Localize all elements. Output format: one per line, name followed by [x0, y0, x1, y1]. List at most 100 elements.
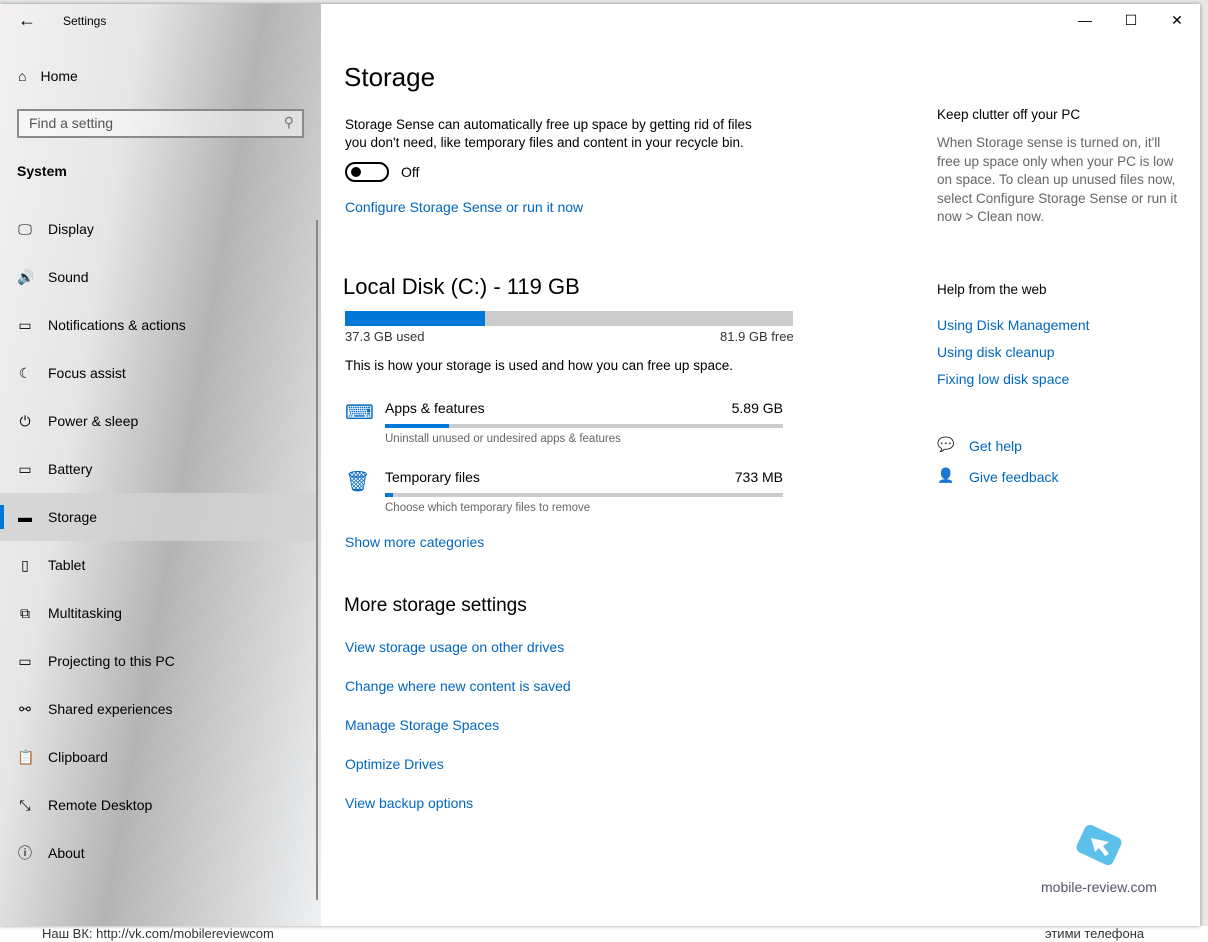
sidebar-item-label: Display — [48, 221, 94, 237]
app-title: Settings — [63, 14, 107, 28]
main-content: — ☐ ✕ Storage Storage Sense can automati… — [321, 4, 1200, 926]
show-more-categories-link[interactable]: Show more categories — [345, 534, 484, 550]
more-storage-title: More storage settings — [344, 595, 527, 616]
sidebar-item-notifications-actions[interactable]: ▭ Notifications & actions — [0, 301, 317, 349]
scrollbar[interactable] — [316, 220, 318, 900]
sidebar-item-label: Sound — [48, 269, 89, 285]
category-name: Temporary files — [385, 469, 480, 485]
sidebar-item-label: About — [48, 845, 85, 861]
category-size: 733 MB — [734, 469, 783, 485]
get-help-link[interactable]: Get help — [969, 438, 1022, 454]
usage-description: This is how your storage is used and how… — [345, 358, 733, 373]
toggle-state: Off — [401, 164, 420, 180]
monitor-icon: 🖵 — [18, 220, 32, 237]
sidebar-item-label: Battery — [48, 461, 93, 477]
tablet-icon: ▯ — [21, 556, 29, 573]
disk-free: 81.9 GB free — [720, 329, 794, 344]
trash-icon: 🗑 — [345, 471, 371, 493]
sidebar-nav: 🖵 Display 🔊 Sound ▭ Notifications & actions ☾ F… — [0, 205, 317, 877]
multitasking-icon: ⧉ — [20, 604, 30, 621]
share-icon: ⚯ — [19, 700, 31, 717]
sidebar-item-battery[interactable]: ▭ Battery — [0, 445, 317, 493]
battery-icon: ▭ — [18, 460, 32, 477]
search-placeholder: Find a setting — [29, 115, 114, 131]
speaker-icon: 🔊 — [17, 268, 35, 285]
sidebar-item-label: Shared experiences — [48, 701, 173, 717]
sidebar-item-projecting-to-this-pc[interactable]: ▭ Projecting to this PC — [0, 637, 317, 685]
category-size: 5.89 GB — [731, 400, 783, 416]
sidebar-item-label: Clipboard — [48, 749, 108, 765]
category-bar — [385, 493, 783, 497]
give-feedback-link[interactable]: Give feedback — [969, 469, 1059, 485]
category-description: Uninstall unused or undesired apps & fea… — [385, 433, 621, 445]
category-name: Apps & features — [385, 400, 485, 416]
sidebar: ← Settings ⌂ Home Find a setting ⚲ System … — [0, 4, 321, 926]
help-link-disk-cleanup[interactable]: Using disk cleanup — [937, 344, 1055, 360]
page-title: Storage — [344, 62, 436, 92]
sidebar-item-multitasking[interactable]: ⧉ Multitasking — [0, 589, 317, 637]
sidebar-item-label: Storage — [48, 509, 98, 525]
sidebar-item-label: Remote Desktop — [48, 797, 153, 813]
more-link-optimize-drives[interactable]: Optimize Drives — [345, 756, 444, 772]
help-title: Help from the web — [937, 282, 1047, 297]
clipboard-icon: 📋 — [17, 748, 35, 765]
info-icon: ⓘ — [18, 845, 32, 861]
watermark-text: mobile-review.com — [1041, 879, 1157, 895]
search-input[interactable]: Find a setting ⚲ — [17, 109, 304, 138]
minimize-button[interactable]: — — [1062, 4, 1108, 36]
disk-usage-bar — [345, 311, 793, 326]
sidebar-item-remote-desktop[interactable]: ⤡ Remote Desktop — [0, 781, 317, 829]
category-fill — [385, 424, 449, 428]
watermark-logo: mobile-review.com — [1041, 824, 1157, 895]
sidebar-item-focus-assist[interactable]: ☾ Focus assist — [0, 349, 317, 397]
sidebar-item-shared-experiences[interactable]: ⚯ Shared experiences — [0, 685, 317, 733]
home-label: Home — [40, 68, 78, 84]
settings-window: ← Settings ⌂ Home Find a setting ⚲ System … — [0, 4, 1200, 926]
category-description: Choose which temporary files to remove — [385, 502, 591, 514]
storage-sense-toggle[interactable] — [345, 162, 389, 182]
remote-icon: ⤡ — [19, 796, 31, 813]
get-help-icon: 💬 — [937, 436, 955, 452]
more-link-backup[interactable]: View backup options — [345, 795, 473, 811]
keyboard-icon: ⌨ — [345, 402, 374, 424]
category-fill — [385, 493, 393, 497]
more-link-storage-spaces[interactable]: Manage Storage Spaces — [345, 717, 499, 733]
sidebar-item-about[interactable]: ⓘ About — [0, 829, 317, 877]
disk-used-fill — [345, 311, 486, 326]
background-page: Наш ВК: http://vk.com/mobilereviewcom эт… — [0, 926, 1208, 942]
sidebar-item-display[interactable]: 🖵 Display — [0, 205, 317, 253]
search-icon: ⚲ — [283, 114, 294, 130]
moon-icon: ☾ — [18, 364, 32, 381]
notification-icon: ▭ — [18, 316, 32, 333]
sidebar-item-tablet[interactable]: ▯ Tablet — [0, 541, 317, 589]
help-link-low-disk[interactable]: Fixing low disk space — [937, 371, 1069, 387]
sidebar-item-label: Focus assist — [48, 365, 126, 381]
sidebar-item-sound[interactable]: 🔊 Sound — [0, 253, 317, 301]
sidebar-item-power-sleep[interactable]: ⏻ Power & sleep — [0, 397, 317, 445]
storage-icon: ▬ — [18, 509, 32, 525]
arrow-logo-icon — [1076, 824, 1122, 866]
storage-sense-description: Storage Sense can automatically free up … — [345, 117, 752, 150]
section-heading: System — [17, 163, 67, 179]
sidebar-item-clipboard[interactable]: 📋 Clipboard — [0, 733, 317, 781]
more-link-other-drives[interactable]: View storage usage on other drives — [345, 639, 564, 655]
close-button[interactable]: ✕ — [1154, 4, 1200, 36]
home-icon: ⌂ — [18, 68, 27, 84]
maximize-button[interactable]: ☐ — [1108, 4, 1154, 36]
clutter-title: Keep clutter off your PC — [937, 107, 1081, 122]
category-bar — [385, 424, 783, 428]
sidebar-item-storage[interactable]: ▬ Storage — [0, 493, 317, 541]
background-text-right: этими телефона — [1045, 926, 1145, 941]
disk-used: 37.3 GB used — [345, 329, 425, 344]
back-button[interactable]: ← — [18, 10, 36, 31]
sidebar-item-label: Projecting to this PC — [48, 653, 175, 669]
background-text: Наш ВК: http://vk.com/mobilereviewcom — [42, 926, 274, 941]
help-link-disk-management[interactable]: Using Disk Management — [937, 317, 1090, 333]
sidebar-item-label: Power & sleep — [48, 413, 139, 429]
clutter-text: When Storage sense is turned on, it'll f… — [937, 135, 1178, 224]
home-link[interactable]: ⌂ Home — [18, 68, 78, 84]
window-controls: — ☐ ✕ — [1062, 4, 1200, 36]
configure-storage-sense-link[interactable]: Configure Storage Sense or run it now — [345, 199, 583, 215]
feedback-icon: 👤 — [937, 467, 955, 483]
more-link-new-content[interactable]: Change where new content is saved — [345, 678, 571, 694]
